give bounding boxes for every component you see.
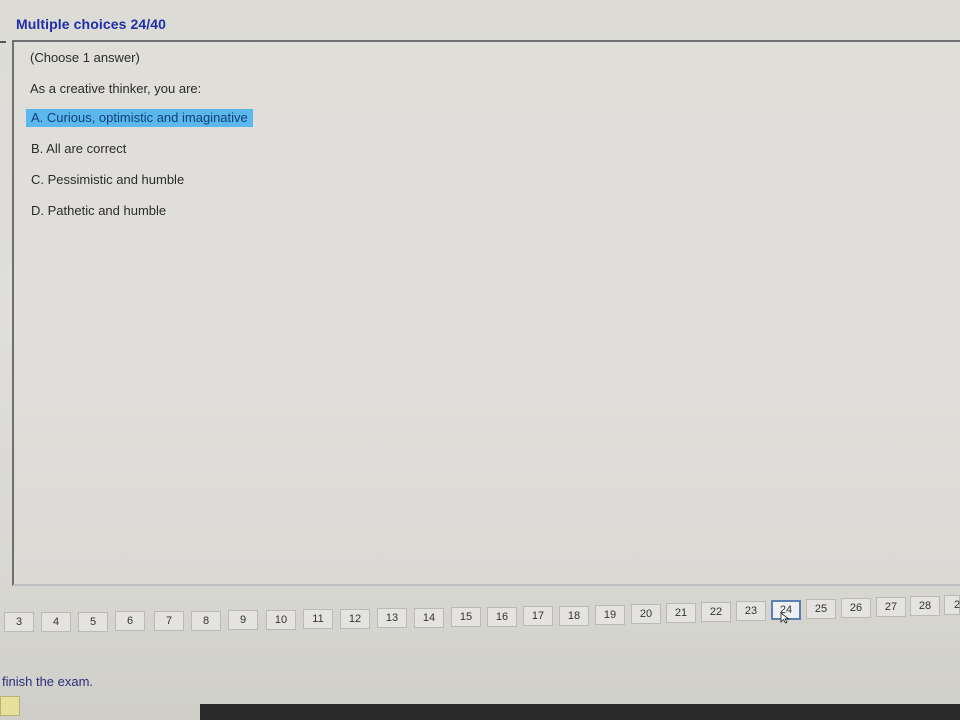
question-nav-button[interactable]: 3: [4, 612, 34, 632]
question-nav-button[interactable]: 14: [414, 608, 444, 628]
question-prompt: As a creative thinker, you are:: [30, 81, 202, 96]
question-nav-button[interactable]: 18: [559, 606, 589, 626]
question-nav-button[interactable]: 22: [701, 602, 731, 622]
screen-bottom-edge: [200, 704, 960, 720]
question-panel: (Choose 1 answer) As a creative thinker,…: [12, 40, 960, 586]
question-nav-button[interactable]: 10: [266, 610, 296, 630]
question-nav-button[interactable]: 2: [944, 595, 960, 615]
page-title: Multiple choices 24/40: [16, 16, 167, 32]
exam-screen: Multiple choices 24/40 (Choose 1 answer)…: [0, 0, 960, 720]
finish-exam-label: finish the exam.: [2, 674, 94, 689]
question-navigation-bar: 3 4 5 6 7 8 9 10 11 12 13 14 15 16 17 18…: [0, 588, 960, 632]
question-nav-button[interactable]: 21: [666, 603, 696, 623]
answer-option-a[interactable]: A. Curious, optimistic and imaginative: [26, 109, 253, 127]
question-nav-button[interactable]: 9: [228, 610, 258, 630]
question-nav-button[interactable]: 28: [910, 596, 940, 616]
answer-option-d[interactable]: D. Pathetic and humble: [26, 202, 171, 220]
answer-option-b[interactable]: B. All are correct: [26, 140, 131, 158]
question-nav-button[interactable]: 20: [631, 604, 661, 624]
question-nav-button[interactable]: 25: [806, 599, 836, 619]
question-instruction: (Choose 1 answer): [30, 50, 140, 65]
question-nav-button[interactable]: 26: [841, 598, 871, 618]
left-edge-marker: [0, 41, 6, 43]
question-nav-button[interactable]: 13: [377, 608, 407, 628]
pointer-cursor-icon: [780, 612, 790, 624]
question-nav-button[interactable]: 5: [78, 612, 108, 632]
question-nav-button[interactable]: 16: [487, 607, 517, 627]
question-nav-button[interactable]: 4: [41, 612, 71, 632]
answer-option-c[interactable]: C. Pessimistic and humble: [26, 171, 189, 189]
question-nav-button[interactable]: 19: [595, 605, 625, 625]
question-nav-button[interactable]: 6: [115, 611, 145, 631]
question-nav-button[interactable]: 27: [876, 597, 906, 617]
question-nav-button[interactable]: 15: [451, 607, 481, 627]
question-nav-button[interactable]: 23: [736, 601, 766, 621]
question-nav-button[interactable]: 8: [191, 611, 221, 631]
question-nav-button[interactable]: 11: [303, 609, 333, 629]
question-nav-button[interactable]: 17: [523, 606, 553, 626]
question-nav-button[interactable]: 7: [154, 611, 184, 631]
status-box: [0, 696, 20, 716]
question-nav-button[interactable]: 12: [340, 609, 370, 629]
